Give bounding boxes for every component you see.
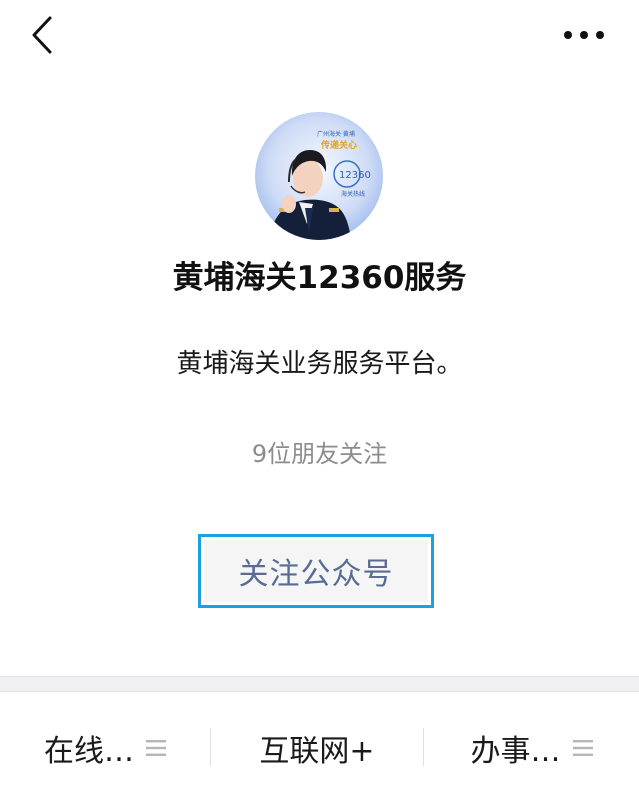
menu-lines-icon — [146, 739, 166, 756]
menu-item-label: 互联网+ — [259, 733, 375, 769]
top-nav-bar — [0, 0, 639, 72]
svg-text:12360: 12360 — [339, 170, 371, 181]
account-avatar: 广州海关·黄埔 传递关心 12360 海关热线 — [255, 112, 383, 240]
menu-item-label: 在线… — [44, 733, 134, 769]
menu-item-online[interactable]: 在线… — [0, 692, 210, 803]
follow-button-label: 关注公众号 — [204, 540, 428, 602]
svg-text:传递关心: 传递关心 — [320, 139, 357, 151]
menu-item-label: 办事… — [470, 733, 561, 769]
follow-account-button[interactable]: 关注公众号 — [198, 534, 434, 608]
back-button[interactable] — [22, 12, 62, 58]
chevron-left-icon — [32, 16, 52, 54]
account-name: 黄埔海关12360服务 — [172, 260, 467, 296]
more-dots-icon — [564, 31, 604, 39]
svg-text:海关热线: 海关热线 — [341, 190, 365, 198]
menu-lines-icon — [572, 739, 593, 756]
friends-following-count[interactable]: 9位朋友关注 — [0, 434, 639, 474]
more-button[interactable] — [556, 16, 612, 54]
section-separator — [0, 676, 639, 692]
menu-item-services[interactable]: 办事… — [424, 692, 639, 803]
account-description: 黄埔海关业务服务平台。 — [176, 349, 463, 379]
avatar-image: 广州海关·黄埔 传递关心 12360 海关热线 — [255, 112, 383, 240]
menu-item-internet-plus[interactable]: 互联网+ — [211, 692, 423, 803]
bottom-menu-bar: 在线… 互联网+ 办事… — [0, 692, 639, 803]
svg-text:广州海关·黄埔: 广州海关·黄埔 — [317, 130, 355, 138]
